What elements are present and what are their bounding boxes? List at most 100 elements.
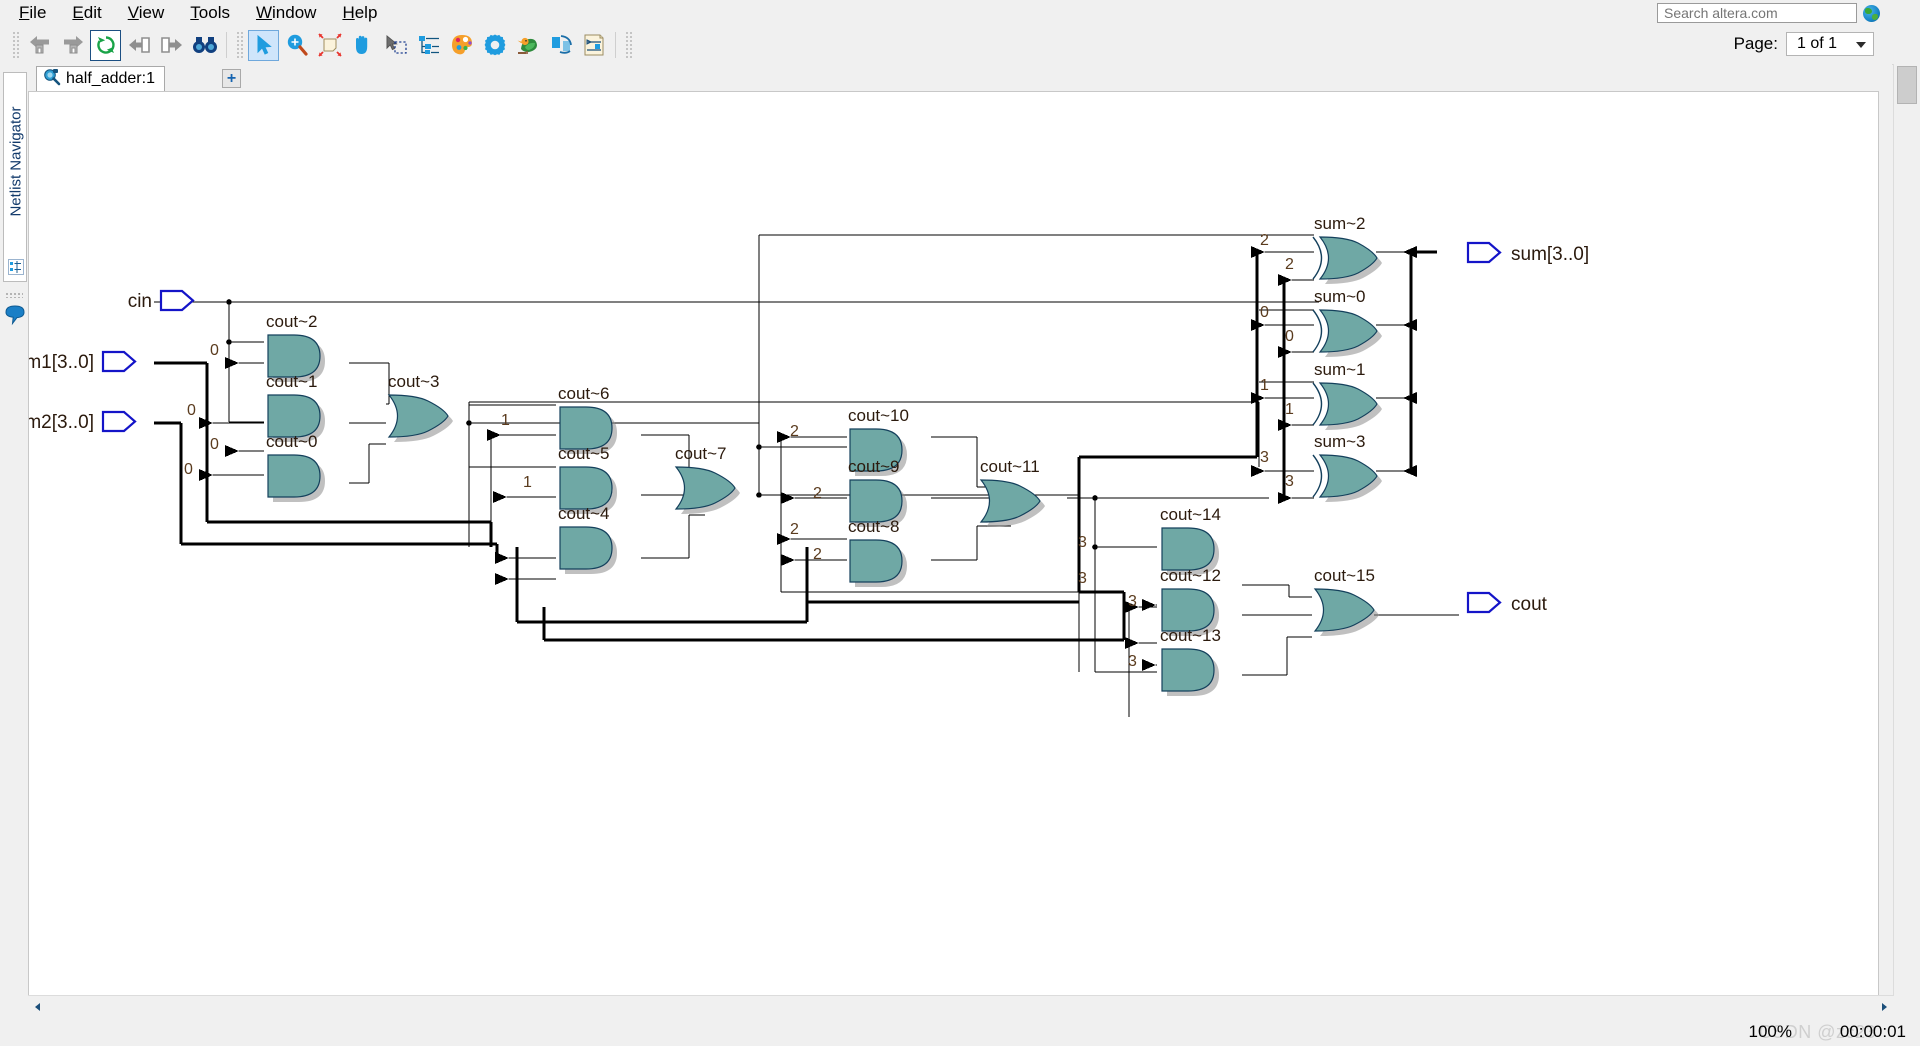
flip-rotate-icon[interactable] xyxy=(545,30,576,61)
scroll-right-icon[interactable] xyxy=(1874,997,1894,1017)
gate-layer: cout~2 cout~1 cout~0 cout~3 cout~6 cout~5 cout… xyxy=(266,214,1383,697)
output-pin-cout[interactable]: cout xyxy=(1466,591,1548,615)
xor-gate-symbol xyxy=(1312,454,1383,503)
menu-view[interactable]: View xyxy=(115,1,178,25)
dock-grip[interactable] xyxy=(5,292,23,298)
forward-to-schematic-icon[interactable] xyxy=(57,30,88,61)
settings-gear-icon[interactable] xyxy=(479,30,510,61)
schematic-svg: cout~2 cout~1 cout~0 cout~3 cout~6 cout~5 cout… xyxy=(29,214,1589,717)
output-pin-sum[interactable]: sum[3..0] xyxy=(1466,241,1589,265)
bus-index-label: 1 xyxy=(1260,377,1269,394)
gate-cout~14[interactable]: cout~14 xyxy=(1160,505,1221,576)
gate-label: sum~2 xyxy=(1314,214,1366,233)
bus-index-label: 2 xyxy=(813,485,822,502)
output-pin-label: cout xyxy=(1511,594,1548,615)
gate-label: cout~15 xyxy=(1314,566,1375,585)
hand-tool-icon[interactable] xyxy=(347,30,378,61)
bird-view-icon[interactable] xyxy=(512,30,543,61)
horizontal-scrollbar[interactable] xyxy=(28,995,1894,1018)
bus-index-label: 2 xyxy=(790,423,799,440)
gate-cout~8[interactable]: cout~8 xyxy=(848,517,908,588)
gate-label: cout~4 xyxy=(558,504,610,523)
add-tab-button[interactable]: + xyxy=(222,69,241,88)
input-pin-label: num2[3..0] xyxy=(29,412,94,433)
gate-cout~0[interactable]: cout~0 xyxy=(266,432,326,503)
menu-window[interactable]: Window xyxy=(243,1,329,25)
toolbar-separator-2 xyxy=(615,32,616,58)
gate-label: sum~1 xyxy=(1314,360,1366,379)
menu-tools[interactable]: Tools xyxy=(177,1,243,25)
bus-index-label: 0 xyxy=(187,402,196,419)
gate-label: cout~8 xyxy=(848,517,900,536)
gate-label: cout~0 xyxy=(266,432,318,451)
gate-cout~4[interactable]: cout~4 xyxy=(558,504,618,575)
toolbar-grip-2[interactable] xyxy=(236,31,243,59)
left-dock: Netlist Navigator xyxy=(0,64,28,1046)
search-input[interactable] xyxy=(1657,3,1857,23)
gate-cout~7[interactable]: cout~7 xyxy=(675,444,741,515)
gate-label: cout~2 xyxy=(266,312,318,331)
menu-help[interactable]: Help xyxy=(329,1,390,25)
gate-cout~11[interactable]: cout~11 xyxy=(980,457,1046,528)
bus-index-label: 2 xyxy=(1260,232,1269,249)
output-pin-symbol xyxy=(1466,591,1502,614)
gate-label: cout~10 xyxy=(848,406,909,425)
or-gate-symbol xyxy=(675,466,741,515)
input-pin-cin[interactable]: cin xyxy=(128,289,195,312)
gate-cout~13[interactable]: cout~13 xyxy=(1160,626,1221,697)
schematic-page-icon[interactable] xyxy=(578,30,609,61)
gate-cout~15[interactable]: cout~15 xyxy=(1314,566,1380,637)
bus-index-label: 1 xyxy=(501,412,510,429)
bus-index-label: 1 xyxy=(523,474,532,491)
messages-bubble-icon[interactable] xyxy=(4,304,26,326)
sidebar-item-netlist-navigator[interactable]: Netlist Navigator xyxy=(3,72,27,282)
bus-index-label: 0 xyxy=(1285,328,1294,345)
gate-label: cout~9 xyxy=(848,457,900,476)
netlist-navigator-label: Netlist Navigator xyxy=(7,106,25,217)
output-pin-symbol xyxy=(1466,241,1502,264)
page-label: Page: xyxy=(1733,34,1778,53)
rubber-band-select-icon[interactable] xyxy=(380,30,411,61)
back-to-schematic-icon[interactable] xyxy=(24,30,55,61)
toolbar-grip-3[interactable] xyxy=(625,31,632,59)
gate-sum~2[interactable]: sum~2 xyxy=(1312,214,1383,285)
tab-half-adder[interactable]: half_adder:1 xyxy=(36,66,165,91)
gate-label: cout~7 xyxy=(675,444,727,463)
color-palette-icon[interactable] xyxy=(446,30,477,61)
find-icon[interactable] xyxy=(189,30,220,61)
gate-sum~3[interactable]: sum~3 xyxy=(1312,432,1383,503)
refresh-icon[interactable] xyxy=(90,29,121,61)
page-select[interactable]: 1 of 1 xyxy=(1786,32,1874,56)
toolbar-separator xyxy=(226,32,227,58)
next-page-icon[interactable] xyxy=(156,30,187,61)
chevron-down-icon xyxy=(1856,42,1866,48)
gate-sum~1[interactable]: sum~1 xyxy=(1312,360,1383,431)
gate-label: cout~1 xyxy=(266,372,318,391)
bus-index-label: 3 xyxy=(1285,473,1294,490)
input-pin-num1[interactable]: num1[3..0] xyxy=(29,350,137,373)
vertical-scroll-thumb[interactable] xyxy=(1897,66,1917,104)
tab-label: half_adder:1 xyxy=(66,70,155,87)
gate-label: cout~12 xyxy=(1160,566,1221,585)
select-tool-icon[interactable] xyxy=(248,29,279,61)
menu-edit[interactable]: Edit xyxy=(59,1,114,25)
input-pin-num2[interactable]: num2[3..0] xyxy=(29,410,137,433)
xor-gate-symbol xyxy=(1312,309,1383,358)
toolbar: Page: 1 of 1 xyxy=(0,26,1920,65)
rtl-viewer-icon xyxy=(43,68,61,91)
toolbar-grip[interactable] xyxy=(12,31,19,59)
gate-sum~0[interactable]: sum~0 xyxy=(1312,287,1383,358)
xor-gate-symbol xyxy=(1312,382,1383,431)
vertical-scrollbar[interactable] xyxy=(1893,64,1920,996)
scroll-left-icon[interactable] xyxy=(28,997,48,1017)
fit-in-window-icon[interactable] xyxy=(314,30,345,61)
schematic-canvas[interactable]: cout~2 cout~1 cout~0 cout~3 cout~6 cout~5 cout… xyxy=(28,91,1879,996)
globe-icon[interactable] xyxy=(1863,4,1880,22)
gate-cout~3[interactable]: cout~3 xyxy=(388,372,454,443)
menu-file[interactable]: File xyxy=(6,1,59,25)
previous-page-icon[interactable] xyxy=(123,30,154,61)
bus-index-label: 2 xyxy=(790,521,799,538)
or-gate-symbol xyxy=(1314,588,1380,637)
hierarchy-list-icon[interactable] xyxy=(413,30,444,61)
zoom-tool-icon[interactable] xyxy=(281,30,312,61)
